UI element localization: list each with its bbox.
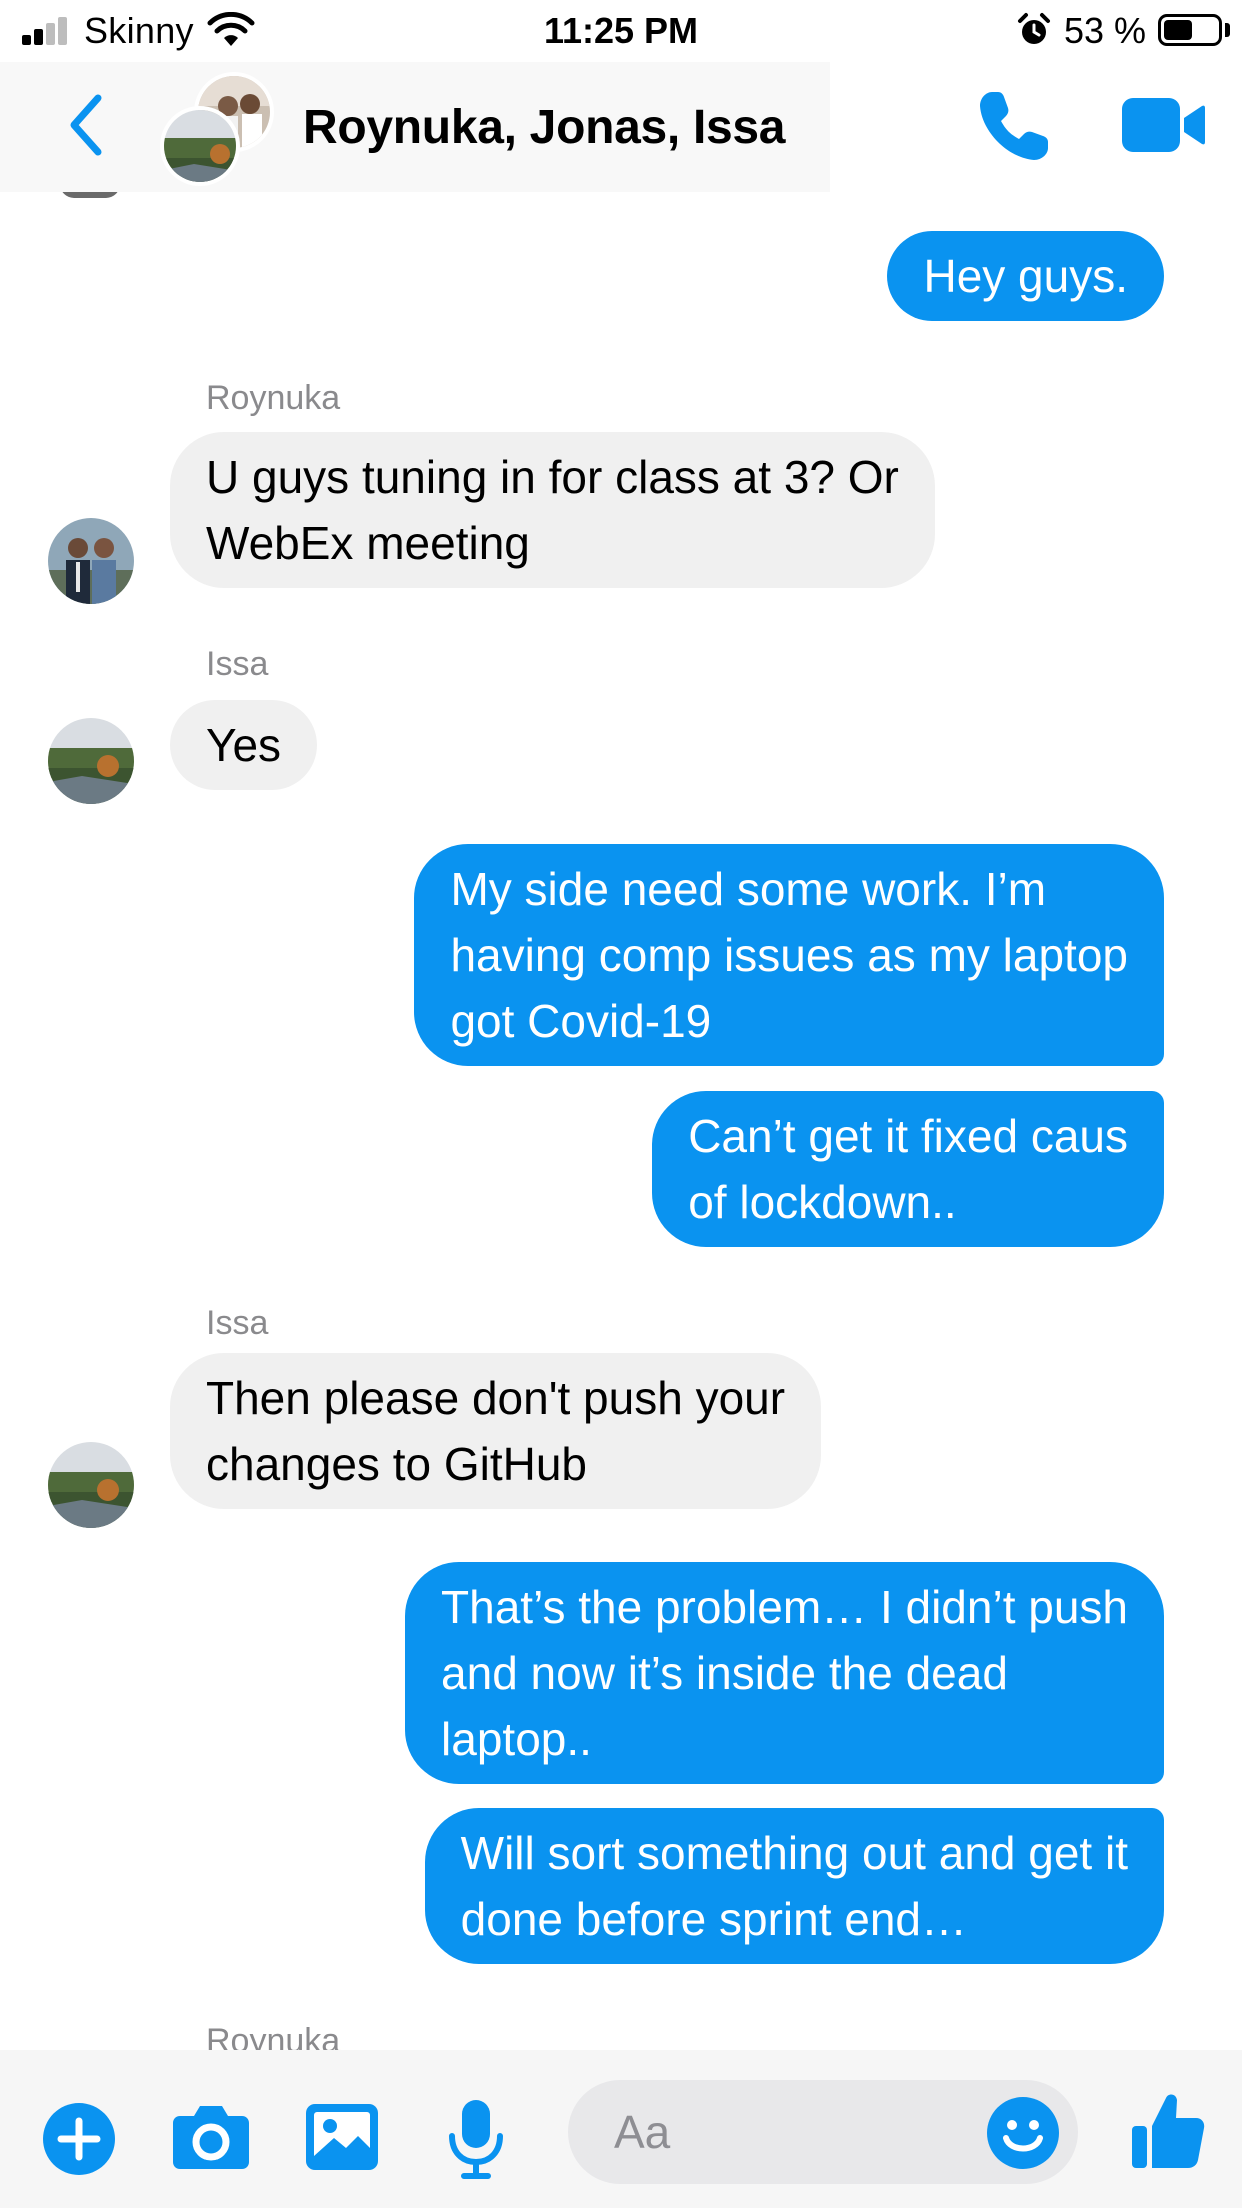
message-composer	[0, 2050, 1242, 2208]
status-bar: Skinny 11:25 PM 53 %	[0, 0, 1242, 62]
chevron-left-icon[interactable]	[62, 90, 112, 160]
message-list[interactable]: Hey guys. Roynuka U guys tuning in for c…	[0, 192, 1242, 2050]
message-bubble-outgoing[interactable]: Can’t get it fixed caus of lockdown..	[652, 1091, 1164, 1247]
message-bubble-incoming[interactable]: Then please don't push your changes to G…	[170, 1353, 822, 1509]
camera-icon[interactable]	[172, 2102, 250, 2172]
microphone-icon[interactable]	[446, 2098, 506, 2180]
message-bubble-incoming[interactable]: Yes	[170, 700, 318, 790]
message-bubble-outgoing[interactable]: My side need some work. I’m having comp …	[414, 844, 1164, 1066]
sender-name: Roynuka	[206, 379, 341, 417]
sender-name: Roynuka	[206, 2022, 341, 2050]
emoji-icon[interactable]	[986, 2096, 1060, 2170]
status-time: 11:25 PM	[543, 10, 699, 51]
video-camera-icon[interactable]	[1120, 92, 1206, 158]
plus-icon[interactable]	[42, 2102, 116, 2176]
group-avatar[interactable]	[160, 72, 274, 186]
battery-level-fill	[1164, 20, 1192, 40]
alarm-icon	[1018, 13, 1050, 44]
message-bubble-outgoing[interactable]: That’s the problem… I didn’t push and no…	[405, 1562, 1164, 1784]
battery-cap	[1225, 23, 1230, 37]
avatar-issa[interactable]	[48, 718, 134, 804]
message-bubble-outgoing[interactable]: Will sort something out and get it done …	[424, 1808, 1164, 1964]
avatar-issa[interactable]	[48, 1442, 134, 1528]
sender-name: Issa	[206, 645, 269, 683]
sender-name: Issa	[206, 1304, 269, 1342]
message-bubble-outgoing[interactable]: Hey guys.	[887, 231, 1164, 321]
battery-icon	[1158, 14, 1222, 46]
avatar-roynuka[interactable]	[48, 518, 134, 604]
conversation-header: Roynuka, Jonas, Issa	[0, 62, 1242, 192]
avatar-issa-small	[160, 106, 240, 186]
message-bubble-incoming[interactable]: U guys tuning in for class at 3? Or WebE…	[170, 432, 935, 588]
conversation-title[interactable]: Roynuka, Jonas, Issa	[303, 100, 786, 155]
avatar-partial	[60, 192, 120, 198]
image-icon[interactable]	[304, 2102, 380, 2172]
thumbs-up-icon[interactable]	[1130, 2090, 1206, 2170]
battery-percent: 53 %	[1064, 10, 1147, 51]
phone-icon[interactable]	[974, 86, 1054, 166]
